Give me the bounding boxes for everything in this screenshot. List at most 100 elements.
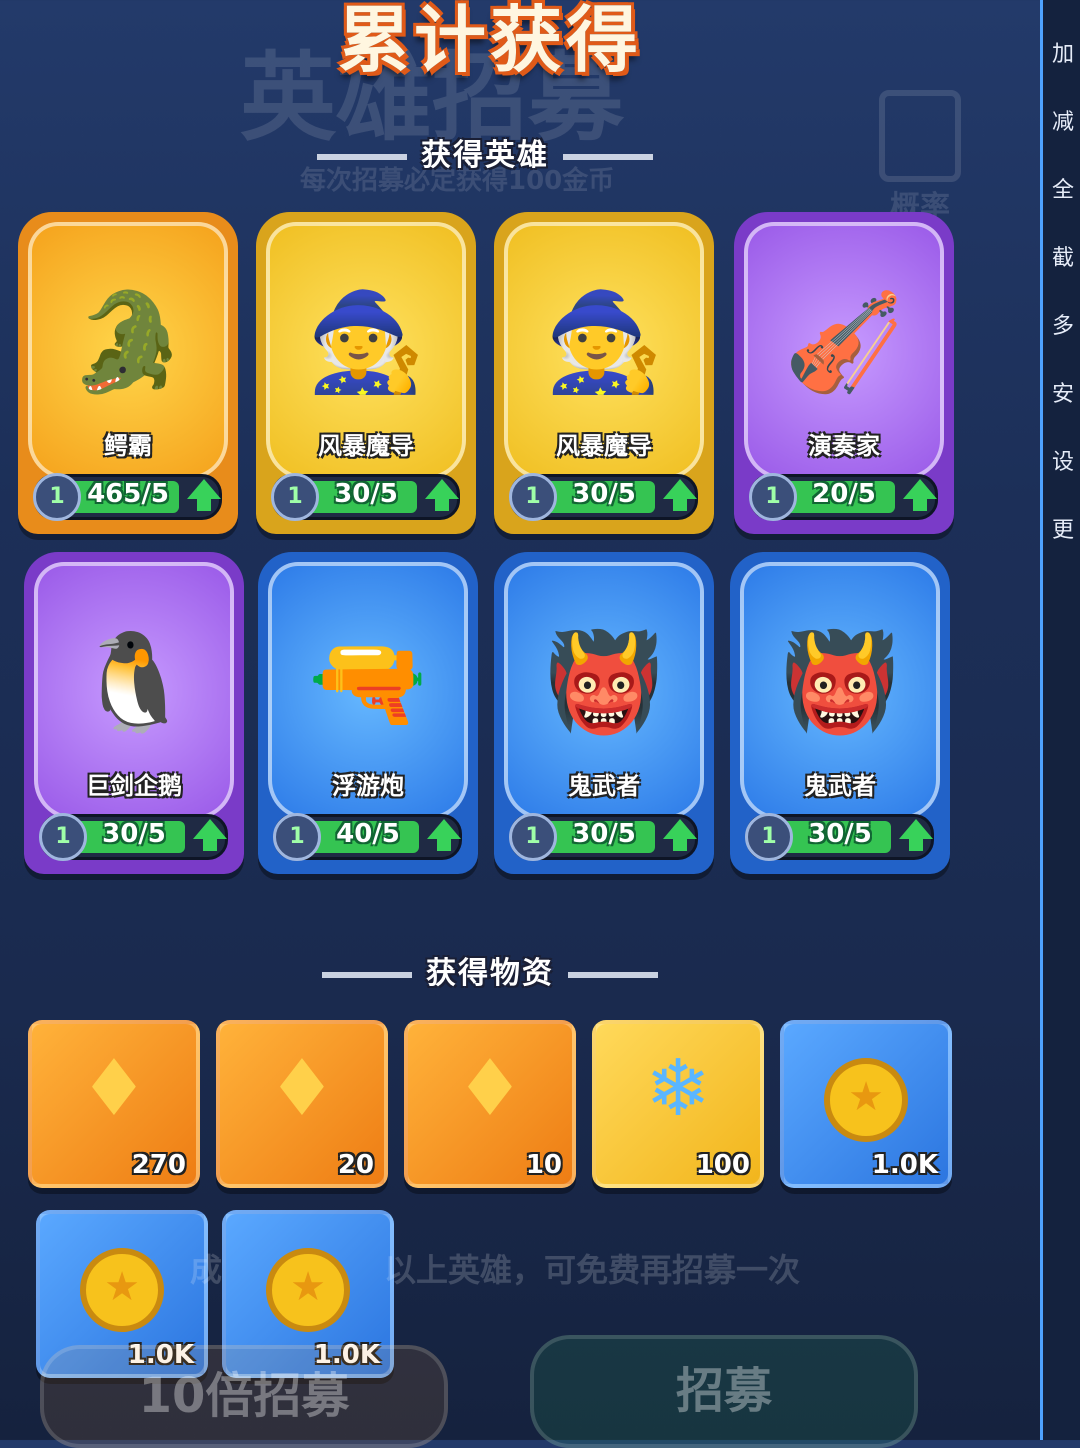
divider-left: [322, 971, 412, 978]
hero-shard-count: 20/5: [812, 479, 876, 509]
hero-portrait-icon: 🔫: [308, 626, 428, 738]
hero-card[interactable]: 👹 鬼武者 1 30/5: [494, 552, 714, 874]
gold-coin-icon: [266, 1248, 350, 1332]
item-slot[interactable]: 1.0K: [780, 1020, 952, 1188]
hero-name: 浮游炮: [332, 772, 404, 800]
hero-name: 鬼武者: [568, 772, 640, 800]
heroes-section-title: 获得英雄: [240, 130, 730, 174]
hero-card[interactable]: 🧙 风暴魔导 1 30/5: [256, 212, 476, 534]
hero-level-badge: 1: [33, 473, 81, 521]
hero-progress-bar: 1 465/5: [33, 473, 222, 521]
hero-name: 鬼武者: [804, 772, 876, 800]
hero-portrait: 🎻 演奏家: [744, 222, 944, 480]
upgrade-arrow-icon[interactable]: [193, 819, 227, 839]
item-quantity: 1.0K: [871, 1150, 938, 1180]
side-toolbar-item[interactable]: 加: [1043, 36, 1080, 68]
hero-name: 演奏家: [808, 432, 880, 460]
item-quantity: 20: [337, 1150, 374, 1180]
side-toolbar-item[interactable]: 安: [1043, 376, 1080, 408]
hero-portrait: 👹 鬼武者: [740, 562, 940, 820]
hero-shard-count: 30/5: [334, 479, 398, 509]
hero-level-badge: 1: [39, 813, 87, 861]
hero-card[interactable]: 🐧 巨剑企鹅 1 30/5: [24, 552, 244, 874]
recruit-10x-button[interactable]: 10倍招募: [40, 1345, 448, 1448]
item-quantity: 100: [695, 1150, 750, 1180]
blue-snowflake-icon: ❄: [645, 1044, 711, 1134]
hero-shard-count: 40/5: [336, 819, 400, 849]
hero-portrait: 🐧 巨剑企鹅: [34, 562, 234, 820]
hero-name: 鳄霸: [104, 432, 152, 460]
hero-progress-bar: 1 20/5: [749, 473, 938, 521]
upgrade-arrow-icon[interactable]: [663, 479, 697, 499]
hero-card[interactable]: 🐊 鳄霸 1 465/5: [18, 212, 238, 534]
hero-shard-count: 465/5: [87, 479, 169, 509]
hero-portrait-icon: 👹: [544, 626, 664, 738]
free-recruit-hint: 以上英雄，可免费再招募一次: [384, 1251, 801, 1289]
side-toolbar-item[interactable]: 多: [1043, 308, 1080, 340]
orange-crystal-icon: ♦: [455, 1044, 525, 1134]
hero-portrait: 👹 鬼武者: [504, 562, 704, 820]
side-toolbar-item[interactable]: 减: [1043, 104, 1080, 136]
hero-card[interactable]: 🔫 浮游炮 1 40/5: [258, 552, 478, 874]
side-toolbar-item[interactable]: 全: [1043, 172, 1080, 204]
hero-shard-count: 30/5: [572, 479, 636, 509]
hero-card[interactable]: 🎻 演奏家 1 20/5: [734, 212, 954, 534]
probability-button[interactable]: 概率: [870, 90, 970, 230]
upgrade-arrow-icon[interactable]: [187, 479, 221, 499]
hint-prefix: 成: [190, 1251, 223, 1289]
item-quantity: 270: [131, 1150, 186, 1180]
hero-level-badge: 1: [273, 813, 321, 861]
document-icon: [879, 90, 961, 182]
item-quantity: 10: [525, 1150, 562, 1180]
hero-progress-bar: 1 30/5: [271, 473, 460, 521]
items-section-title: 获得物资: [290, 948, 690, 992]
hero-level-badge: 1: [509, 813, 557, 861]
hero-name: 风暴魔导: [556, 432, 652, 460]
hero-portrait-icon: 🧙: [544, 286, 664, 398]
hero-portrait-icon: 👹: [780, 626, 900, 738]
orange-crystal-icon: ♦: [267, 1044, 337, 1134]
upgrade-arrow-icon[interactable]: [903, 479, 937, 499]
side-toolbar: 加减全截多安设更: [1040, 0, 1080, 1440]
hero-shard-count: 30/5: [102, 819, 166, 849]
hero-portrait: 🧙 风暴魔导: [266, 222, 466, 480]
side-toolbar-item[interactable]: 更: [1043, 512, 1080, 544]
hero-card[interactable]: 👹 鬼武者 1 30/5: [730, 552, 950, 874]
hero-card[interactable]: 🧙 风暴魔导 1 30/5: [494, 212, 714, 534]
item-slot[interactable]: ❄ 100: [592, 1020, 764, 1188]
hero-progress-bar: 1 40/5: [273, 813, 462, 861]
hero-shard-count: 30/5: [808, 819, 872, 849]
item-slot[interactable]: ♦ 10: [404, 1020, 576, 1188]
hero-name: 风暴魔导: [318, 432, 414, 460]
hero-portrait-icon: 🎻: [784, 286, 904, 398]
hero-progress-bar: 1 30/5: [509, 473, 698, 521]
hero-portrait-icon: 🧙: [306, 286, 426, 398]
upgrade-arrow-icon[interactable]: [899, 819, 933, 839]
item-slot[interactable]: ♦ 20: [216, 1020, 388, 1188]
hero-shard-count: 30/5: [572, 819, 636, 849]
hero-level-badge: 1: [745, 813, 793, 861]
side-toolbar-item[interactable]: 截: [1043, 240, 1080, 272]
gold-coin-icon: [824, 1058, 908, 1142]
hero-portrait-icon: 🐊: [68, 286, 188, 398]
hero-portrait: 🧙 风暴魔导: [504, 222, 704, 480]
divider-right: [563, 153, 653, 160]
hero-portrait: 🔫 浮游炮: [268, 562, 468, 820]
gold-coin-icon: [80, 1248, 164, 1332]
upgrade-arrow-icon[interactable]: [427, 819, 461, 839]
item-slot[interactable]: ♦ 270: [28, 1020, 200, 1188]
hero-level-badge: 1: [271, 473, 319, 521]
hero-portrait: 🐊 鳄霸: [28, 222, 228, 480]
hero-progress-bar: 1 30/5: [39, 813, 228, 861]
side-toolbar-item[interactable]: 设: [1043, 444, 1080, 476]
recruit-button[interactable]: 招募: [530, 1335, 918, 1448]
upgrade-arrow-icon[interactable]: [663, 819, 697, 839]
hero-portrait-icon: 🐧: [74, 626, 194, 738]
page-title: 累计获得: [337, 0, 642, 82]
hero-progress-bar: 1 30/5: [745, 813, 934, 861]
upgrade-arrow-icon[interactable]: [425, 479, 459, 499]
hero-name: 巨剑企鹅: [86, 772, 182, 800]
orange-crystal-icon: ♦: [79, 1044, 149, 1134]
hero-level-badge: 1: [749, 473, 797, 521]
hero-progress-bar: 1 30/5: [509, 813, 698, 861]
